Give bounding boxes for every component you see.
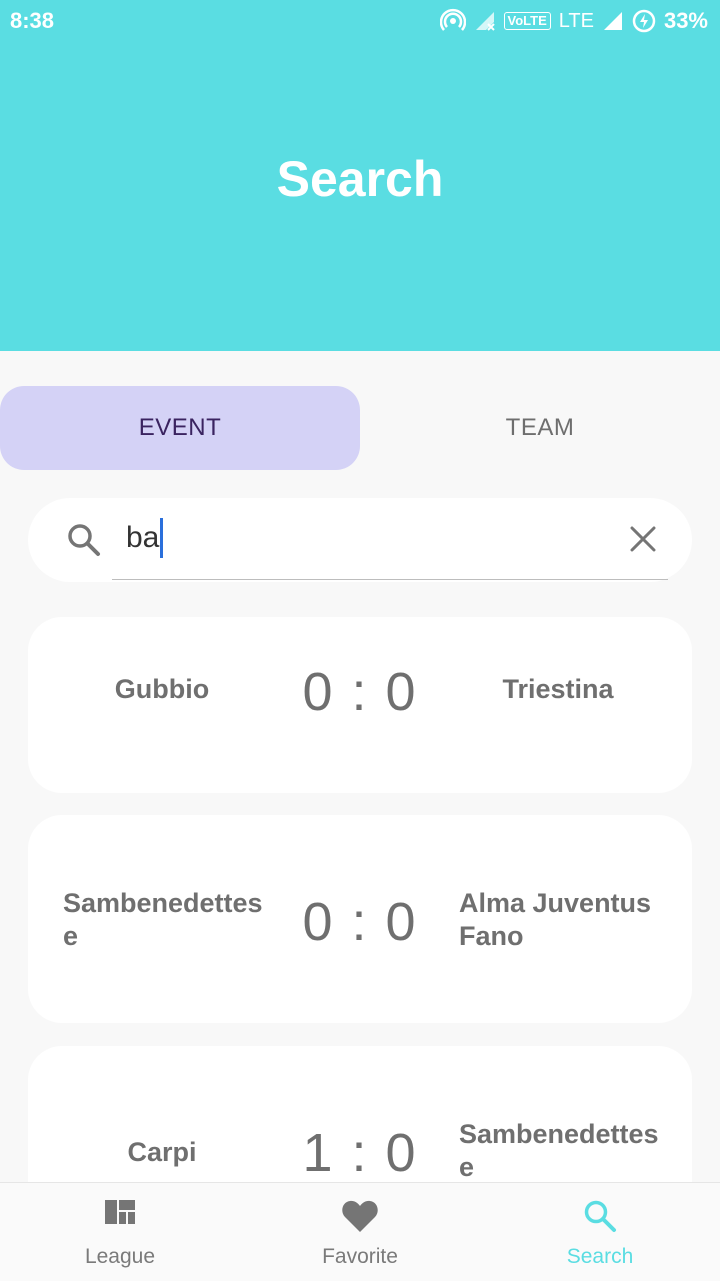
away-team: Triestina — [502, 674, 614, 704]
tab-team-label: TEAM — [505, 414, 575, 441]
away-team: Sambenedettes e — [459, 1119, 659, 1182]
search-icon — [584, 1200, 616, 1232]
search-input-underline — [112, 579, 668, 580]
heart-icon — [342, 1200, 378, 1232]
status-time: 8:38 — [10, 8, 55, 33]
event-card[interactable]: Gubbio 0 : 0 Triestina — [28, 617, 692, 793]
event-score: 0 : 0 — [302, 892, 418, 952]
nav-search-label: Search — [566, 1245, 634, 1268]
home-team: Gubbio — [114, 674, 210, 704]
event-score: 0 : 0 — [302, 662, 418, 722]
search-bar: ba — [28, 498, 692, 582]
volte-badge: VoLTE — [503, 12, 551, 30]
network-type: LTE — [558, 9, 594, 32]
battery-charging-icon — [632, 9, 656, 33]
tab-event-label: EVENT — [138, 414, 222, 441]
battery-percent: 33% — [663, 8, 708, 33]
nav-league-label: League — [84, 1245, 156, 1268]
nav-favorite[interactable]: Favorite — [240, 1183, 480, 1281]
app-header: Search — [0, 0, 720, 351]
nav-league[interactable]: League — [0, 1183, 240, 1281]
bottom-navigation: League Favorite Search — [0, 1182, 720, 1281]
text-caret — [160, 518, 164, 558]
signal-no-sim-icon — [475, 12, 495, 31]
event-score: 1 : 0 — [302, 1123, 418, 1183]
search-input-value: ba — [126, 521, 160, 554]
search-input[interactable]: ba — [126, 518, 164, 558]
hotspot-icon — [439, 8, 466, 31]
tab-team[interactable]: TEAM — [360, 386, 720, 470]
league-icon — [105, 1200, 135, 1224]
away-team: Alma Juventus Fano — [459, 888, 652, 951]
event-card[interactable]: Sambenedettes e 0 : 0 Alma Juventus Fano — [28, 815, 692, 1023]
search-icon — [68, 524, 100, 556]
page-title: Search — [276, 151, 444, 207]
home-team: Sambenedettes e — [63, 888, 263, 951]
close-icon[interactable] — [628, 524, 658, 554]
signal-strength-icon — [603, 12, 622, 30]
status-icons: VoLTE LTE 33% — [439, 8, 708, 34]
home-team: Carpi — [127, 1137, 197, 1167]
search-type-tabs: EVENT TEAM — [0, 386, 720, 470]
nav-favorite-label: Favorite — [322, 1245, 398, 1268]
status-bar: 8:38 VoLTE LTE 33% — [0, 0, 720, 44]
tab-event[interactable]: EVENT — [0, 386, 360, 470]
nav-search[interactable]: Search — [480, 1183, 720, 1281]
